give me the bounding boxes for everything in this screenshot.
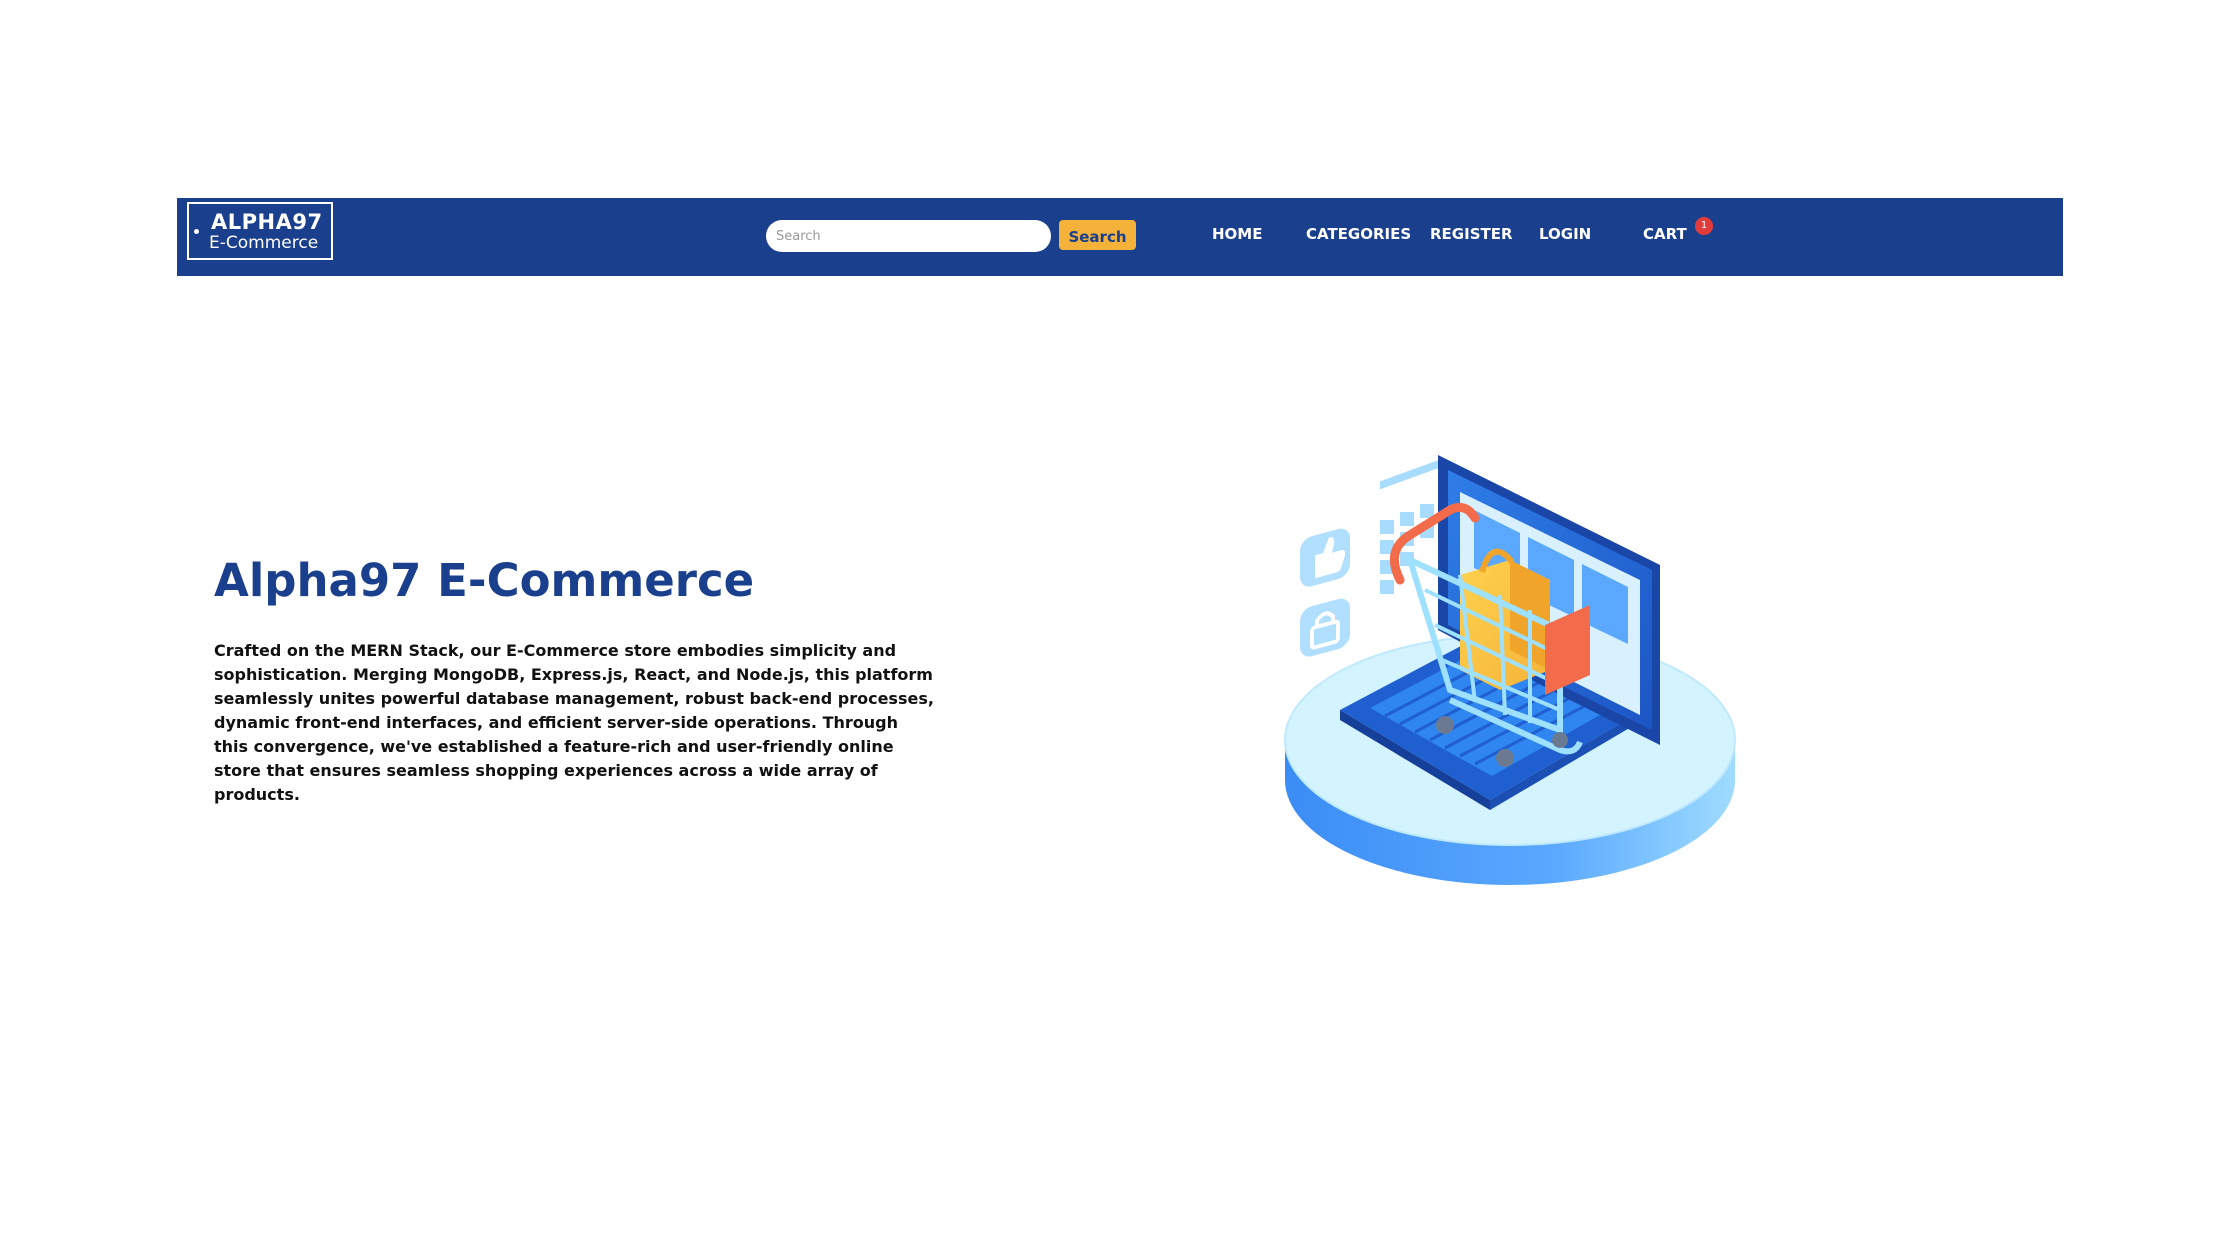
page: ALPHA97 E-Commerce Search HOME CATEGORIE… xyxy=(0,0,2240,1260)
shopping-cart-laptop-illustration xyxy=(1284,455,1736,885)
nav-categories[interactable]: CATEGORIES xyxy=(1306,225,1411,243)
floating-like-icon xyxy=(1300,528,1350,587)
hero-title: Alpha97 E-Commerce xyxy=(214,554,755,607)
cart-count-badge: 1 xyxy=(1695,217,1713,235)
navbar: ALPHA97 E-Commerce Search HOME CATEGORIE… xyxy=(177,198,2063,276)
nav-register[interactable]: REGISTER xyxy=(1430,225,1513,243)
nav-login[interactable]: LOGIN xyxy=(1539,225,1591,243)
hero-description: Crafted on the MERN Stack, our E-Commerc… xyxy=(214,641,934,804)
nav-cart[interactable]: CART xyxy=(1643,225,1687,243)
nav-links: HOME CATEGORIES REGISTER LOGIN CART xyxy=(177,198,2063,276)
floating-lock-icon xyxy=(1300,598,1350,657)
nav-home[interactable]: HOME xyxy=(1212,225,1262,243)
